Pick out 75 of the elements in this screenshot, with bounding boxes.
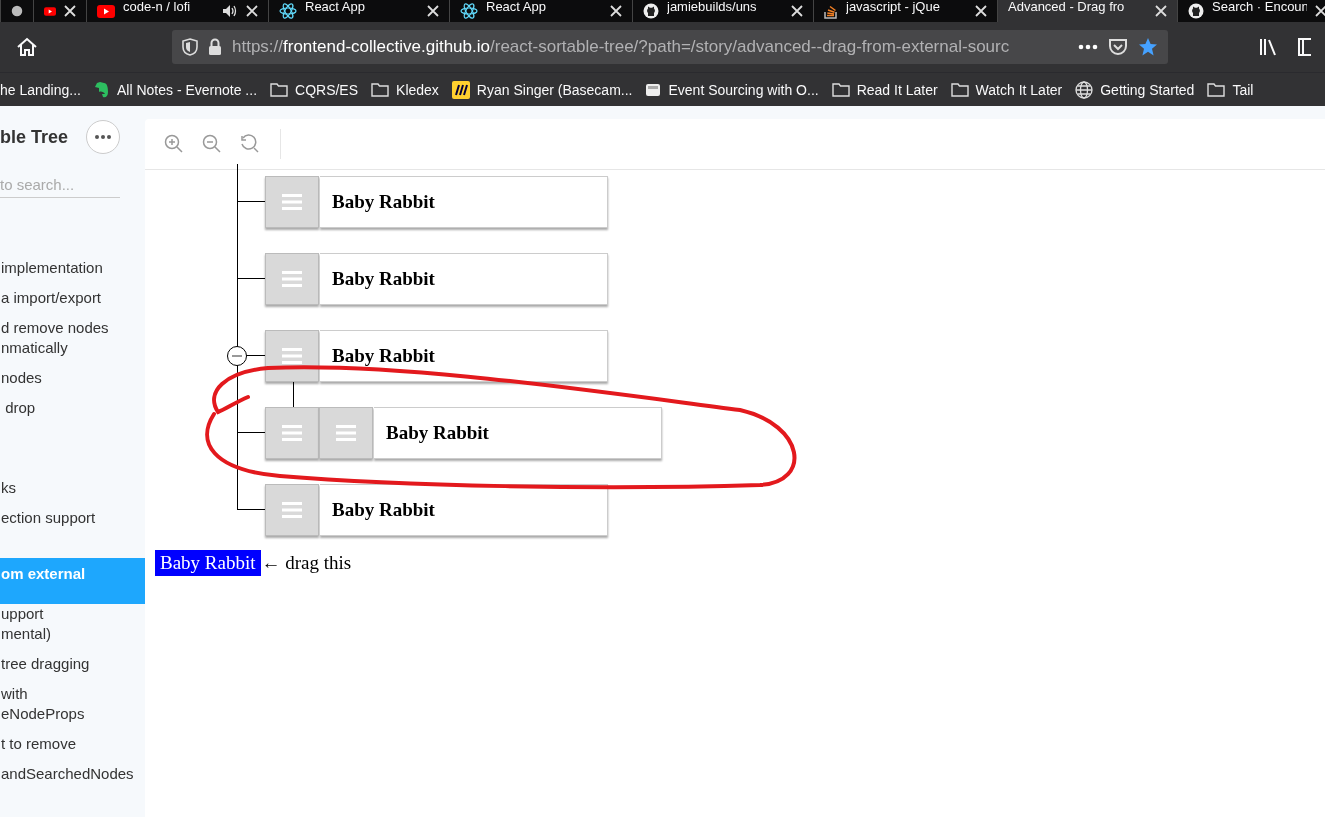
atom-icon (460, 3, 478, 19)
play-icon (97, 4, 115, 18)
folder-icon (1207, 82, 1226, 97)
star-icon[interactable] (1138, 37, 1158, 57)
browser-tab[interactable]: Advanced - Drag fro (997, 0, 1177, 22)
more-button[interactable] (86, 120, 120, 154)
stripes-icon (451, 80, 470, 99)
drag-handle[interactable] (265, 484, 319, 536)
folder-icon (270, 82, 289, 97)
node-title: Baby Rabbit (320, 484, 608, 536)
close-icon[interactable] (791, 5, 803, 17)
bookmark[interactable]: Event Sourcing with O... (645, 81, 819, 98)
sidebar-title: ble Tree (0, 126, 69, 148)
sidebar-item[interactable]: nodes (0, 368, 145, 388)
sidebar-item[interactable]: t to remove (0, 734, 145, 754)
drag-handle[interactable] (319, 407, 373, 459)
drag-handle[interactable] (265, 407, 319, 459)
pocket-icon[interactable] (1108, 38, 1128, 56)
document-icon (645, 81, 662, 98)
atom-icon (279, 3, 297, 19)
sidebar-item[interactable]: ks (0, 478, 145, 498)
bookmark[interactable]: Read It Later (831, 81, 938, 98)
node-title: Baby Rabbit (320, 330, 608, 382)
node-title: Baby Rabbit (320, 253, 608, 305)
sidebar-item[interactable]: d remove nodes nmatically (0, 318, 145, 358)
close-icon[interactable] (246, 5, 258, 17)
drag-handle[interactable] (265, 253, 319, 305)
cat-icon (1188, 3, 1204, 19)
circle-icon (11, 3, 23, 19)
drag-handle[interactable] (265, 176, 319, 228)
folder-icon (831, 82, 850, 97)
elephant-icon (93, 80, 110, 99)
node-title: Baby Rabbit (320, 176, 608, 228)
bookmark[interactable]: Tail (1207, 81, 1254, 98)
bookmark[interactable]: All Notes - Evernote ... (93, 80, 258, 99)
close-icon[interactable] (427, 5, 439, 17)
sidebar-item[interactable]: drop (0, 398, 145, 418)
close-icon[interactable] (1315, 5, 1325, 17)
draggable-item[interactable]: Baby Rabbit (155, 550, 261, 576)
sidebar-item[interactable]: tree dragging (0, 654, 145, 674)
sidebar-item[interactable]: a import/export (0, 288, 145, 308)
folder-icon (371, 82, 390, 97)
more-icon (95, 135, 111, 139)
stack-icon (824, 3, 838, 19)
node-title: Baby Rabbit (374, 407, 662, 459)
bookmark[interactable]: CQRS/ES (270, 81, 359, 98)
globe-icon (1075, 80, 1094, 99)
close-icon[interactable] (64, 5, 76, 17)
sidebar-item[interactable]: andSearchedNodes (0, 764, 145, 784)
sidebar-item[interactable]: ection support (0, 508, 145, 528)
sidebar-item[interactable]: upport mental) (0, 604, 145, 644)
collapse-button[interactable] (227, 346, 247, 366)
bookmark[interactable]: Ryan Singer (Basecam... (451, 80, 633, 99)
sidebar-item[interactable]: implementation (0, 258, 145, 278)
bookmark[interactable]: Getting Started (1075, 80, 1195, 99)
more-icon[interactable] (1078, 44, 1098, 50)
sidebar-item[interactable]: with eNodeProps (0, 684, 145, 724)
folder-icon (950, 82, 969, 97)
shield-icon[interactable] (182, 38, 198, 56)
close-icon[interactable] (610, 5, 622, 17)
close-icon[interactable] (1155, 5, 1167, 17)
address-bar[interactable]: https://frontend-collective.github.io/react-sortable-tree/?path=/story/advanced--drag-from-external-sourc (172, 30, 1168, 64)
bookmark[interactable]: he Landing... (0, 81, 81, 98)
play-icon (44, 4, 56, 18)
search-field[interactable]: to search... (0, 172, 120, 198)
bookmark[interactable]: Watch It Later (950, 81, 1063, 98)
sidebar-icon[interactable] (1297, 37, 1311, 57)
drag-handle[interactable] (265, 330, 319, 382)
bookmark[interactable]: Kledex (371, 81, 439, 98)
lock-icon (208, 38, 222, 56)
home-icon[interactable] (16, 37, 38, 57)
close-icon[interactable] (975, 5, 987, 17)
drag-hint: ← drag this (261, 552, 352, 574)
speaker-icon[interactable] (222, 4, 238, 18)
cat-icon (643, 3, 659, 19)
